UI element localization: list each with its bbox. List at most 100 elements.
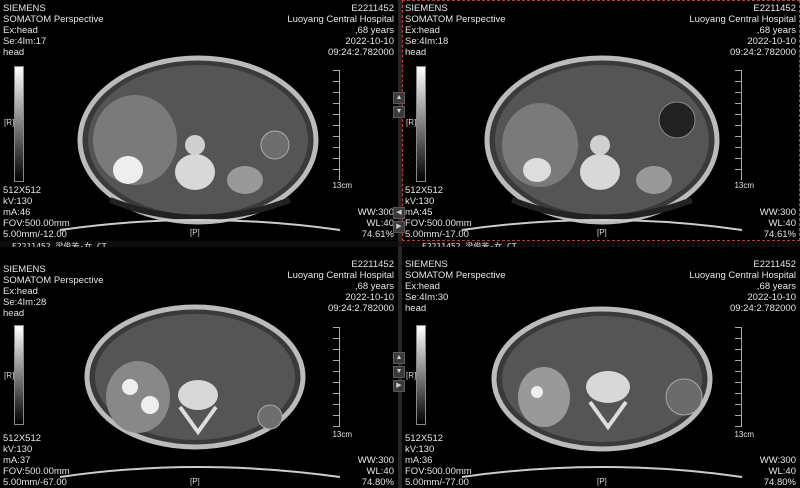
orientation-right: [R] [406, 118, 417, 127]
ruler-label: 13cm [332, 430, 352, 439]
viewport-top-left[interactable]: SIEMENS SOMATOM Perspective Ex:head Se:4… [0, 0, 398, 241]
study-date: 2022-10-10 [345, 36, 394, 47]
ruler-label: 13cm [332, 181, 352, 190]
nav-column-top: ▲ ▼ [392, 90, 406, 120]
region: head [405, 303, 427, 314]
exam: Ex:head [405, 25, 440, 36]
series: Se:4Im:30 [405, 292, 449, 303]
grayscale-bar [416, 66, 426, 182]
series: Se:4Im:18 [405, 36, 449, 47]
scroll-up-icon[interactable]: ▲ [393, 92, 405, 104]
viewport-bottom-left[interactable]: SIEMENS SOMATOM Perspective Ex:head Se:4… [0, 247, 398, 488]
exam: Ex:head [3, 25, 38, 36]
hospital: Luoyang Central Hospital [689, 14, 796, 25]
info-bottom-left: 512X512 kV:130 mA:37 FOV:500.00mm 5.00mm… [3, 433, 70, 488]
window-width: WW:300 [357, 455, 394, 466]
region: head [3, 308, 25, 319]
slice-info: 5.00mm/-77.00 [405, 477, 469, 488]
scroll-down-icon[interactable]: ▼ [393, 366, 405, 378]
distance-ruler [735, 70, 742, 180]
hospital: Luoyang Central Hospital [287, 270, 394, 281]
patient-age: ,68 years [354, 281, 394, 292]
ma: mA:46 [3, 207, 31, 218]
fov: FOV:500.00mm [405, 218, 472, 229]
viewport-bottom-right[interactable]: SIEMENS SOMATOM Perspective Ex:head Se:4… [402, 247, 800, 488]
study-date: 2022-10-10 [747, 292, 796, 303]
study-time: 09:24:2.782000 [327, 303, 394, 314]
matrix: 512X512 [405, 433, 444, 444]
info-top-right: E2211452 Luoyang Central Hospital ,68 ye… [689, 259, 796, 314]
scroll-down-icon[interactable]: ▼ [393, 106, 405, 118]
zoom: 74.80% [361, 477, 394, 488]
grayscale-bar [14, 66, 24, 182]
next-image-icon[interactable]: ▶ [393, 380, 405, 392]
scroll-up-icon[interactable]: ▲ [393, 352, 405, 364]
next-image-icon[interactable]: ▶ [393, 221, 405, 233]
info-bottom-left: 512X512 kV:130 mA:36 FOV:500.00mm 5.00mm… [405, 433, 472, 488]
fov: FOV:500.00mm [405, 466, 472, 477]
ma: mA:45 [405, 207, 433, 218]
slice-info: 5.00mm/-17.00 [405, 229, 469, 240]
info-bottom-left: 512X512 kV:130 mA:45 FOV:500.00mm 5.00mm… [405, 185, 472, 240]
matrix: 512X512 [405, 185, 444, 196]
study-date: 2022-10-10 [747, 36, 796, 47]
patient-id: E2211452 [753, 3, 796, 14]
manufacturer: SIEMENS [405, 259, 448, 270]
info-bottom-left: 512X512 kV:130 mA:46 FOV:500.00mm 5.00mm… [3, 185, 70, 240]
info-bottom-right: WW:300 WL:40 74.80% [358, 455, 394, 488]
patient-id: E2211452 [753, 259, 796, 270]
kv: kV:130 [3, 444, 33, 455]
exam: Ex:head [405, 281, 440, 292]
window-level: WL:40 [366, 218, 394, 229]
info-top-left: SIEMENS SOMATOM Perspective Ex:head Se:4… [3, 264, 103, 319]
ma: mA:37 [3, 455, 31, 466]
distance-ruler [333, 327, 340, 427]
info-bottom-right: WW:300 WL:40 74.80% [760, 455, 796, 488]
orientation-posterior: [P] [597, 477, 607, 486]
matrix: 512X512 [3, 433, 42, 444]
nav-column-mid: ◀ ▶ [392, 205, 406, 235]
window-level: WL:40 [366, 466, 394, 477]
orientation-posterior: [P] [597, 228, 607, 237]
window-level: WL:40 [768, 466, 796, 477]
patient-age: ,68 years [354, 25, 394, 36]
orientation-posterior: [P] [190, 477, 200, 486]
manufacturer: SIEMENS [405, 3, 448, 14]
nav-column-bottom: ▲ ▼ ▶ [392, 350, 406, 394]
info-top-left: SIEMENS SOMATOM Perspective Ex:head Se:4… [405, 3, 505, 58]
zoom: 74.80% [763, 477, 796, 488]
prev-image-icon[interactable]: ◀ [393, 207, 405, 219]
exam: Ex:head [3, 286, 38, 297]
model: SOMATOM Perspective [405, 270, 506, 281]
hospital: Luoyang Central Hospital [689, 270, 796, 281]
info-top-left: SIEMENS SOMATOM Perspective Ex:head Se:4… [3, 3, 103, 58]
series: Se:4Im:17 [3, 36, 47, 47]
info-top-right: E2211452 Luoyang Central Hospital ,68 ye… [287, 259, 394, 314]
orientation-right: [R] [4, 371, 15, 380]
manufacturer: SIEMENS [3, 3, 46, 14]
info-top-right: E2211452 Luoyang Central Hospital ,68 ye… [689, 3, 796, 58]
patient-age: ,68 years [756, 281, 796, 292]
manufacturer: SIEMENS [3, 264, 46, 275]
kv: kV:130 [405, 196, 435, 207]
series: Se:4Im:28 [3, 297, 47, 308]
window-width: WW:300 [759, 455, 796, 466]
patient-id: E2211452 [351, 3, 394, 14]
zoom: 74.61% [763, 229, 796, 240]
fov: FOV:500.00mm [3, 218, 70, 229]
model: SOMATOM Perspective [3, 14, 104, 25]
info-bottom-right: WW:300 WL:40 74.61% [760, 207, 796, 240]
distance-ruler [735, 327, 742, 427]
viewport-top-right[interactable]: SIEMENS SOMATOM Perspective Ex:head Se:4… [402, 0, 800, 241]
grayscale-bar [416, 325, 426, 425]
region: head [3, 47, 25, 58]
region: head [405, 47, 427, 58]
grayscale-bar [14, 325, 24, 425]
model: SOMATOM Perspective [405, 14, 506, 25]
info-top-left: SIEMENS SOMATOM Perspective Ex:head Se:4… [405, 259, 505, 314]
zoom: 74.61% [361, 229, 394, 240]
distance-ruler [333, 70, 340, 180]
hospital: Luoyang Central Hospital [287, 14, 394, 25]
kv: kV:130 [3, 196, 33, 207]
slice-info: 5.00mm/-67.00 [3, 477, 67, 488]
